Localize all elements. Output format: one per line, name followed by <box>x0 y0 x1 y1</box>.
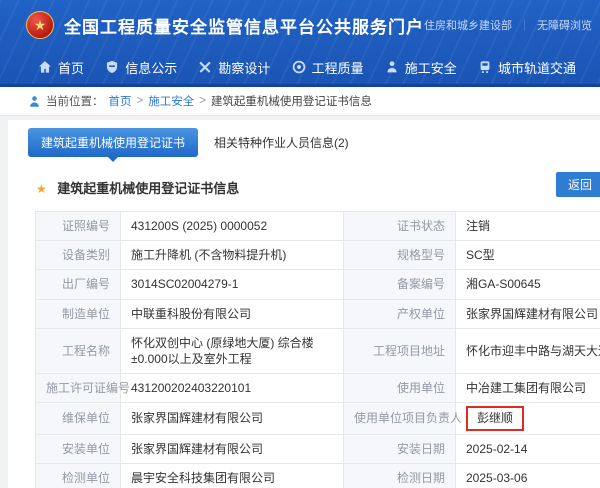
separator: ｜ <box>519 17 530 33</box>
field-value: SC型 <box>456 241 600 270</box>
field-label: 证照编号 <box>36 212 121 241</box>
breadcrumb-home[interactable]: 首页 <box>109 93 132 109</box>
certificate-table-body: 证照编号431200S (2025) 0000052证书状态注销设备类别施工升降… <box>36 212 600 488</box>
field-label: 设备类别 <box>36 241 121 270</box>
emblem-star: ★ <box>34 18 47 32</box>
page: ★ 全国工程质量安全监管信息平台公共服务门户 住房和城乡建设部 ｜ 无障碍浏览 … <box>0 0 600 488</box>
nav-label: 施工安全 <box>405 58 457 77</box>
breadcrumb: 当前位置： 首页 > 施工安全 > 建筑起重机械使用登记证书信息 <box>0 87 600 116</box>
table-row: 制造单位中联重科股份有限公司产权单位张家界国辉建材有限公司 <box>36 299 600 328</box>
main-nav: 首页 信息公示 勘察设计 工程质量 施工安全 城市轨道交通 <box>0 50 600 84</box>
nav-label: 工程质量 <box>312 58 364 77</box>
nav-item-construction-safety[interactable]: 施工安全 <box>385 58 457 77</box>
field-label: 证书状态 <box>344 212 456 241</box>
field-value: 张家界国辉建材有限公司 <box>121 403 344 434</box>
star-icon: ★ <box>36 182 47 196</box>
back-button[interactable]: 返回 <box>556 172 600 197</box>
worker-icon <box>385 60 399 74</box>
field-value: 3014SC02004279-1 <box>121 270 344 299</box>
nav-item-info-disclosure[interactable]: 信息公示 <box>105 58 177 77</box>
ministry-link[interactable]: 住房和城乡建设部 <box>424 17 512 33</box>
breadcrumb-separator: > <box>199 95 206 107</box>
table-row: 设备类别施工升降机 (不含物料提升机)规格型号SC型 <box>36 241 600 270</box>
field-label: 出厂编号 <box>36 270 121 299</box>
field-value: 湘GA-S00645 <box>456 270 600 299</box>
nav-item-urban-rail[interactable]: 城市轨道交通 <box>478 58 576 77</box>
field-label: 检测单位 <box>36 463 121 488</box>
field-label: 维保单位 <box>36 403 121 434</box>
site-header: ★ 全国工程质量安全监管信息平台公共服务门户 住房和城乡建设部 ｜ 无障碍浏览 … <box>0 0 600 87</box>
field-value: 张家界国辉建材有限公司 <box>456 299 600 328</box>
table-row: 维保单位张家界国辉建材有限公司使用单位项目负责人彭继顺 <box>36 403 600 434</box>
table-row: 检测单位晨宇安全科技集团有限公司检测日期2025-03-06 <box>36 463 600 488</box>
site-title: 全国工程质量安全监管信息平台公共服务门户 <box>64 13 424 38</box>
field-value: 张家界国辉建材有限公司 <box>121 434 344 463</box>
accessibility-link[interactable]: 无障碍浏览 <box>537 17 592 33</box>
field-label: 使用单位项目负责人 <box>344 403 456 434</box>
national-emblem-icon: ★ <box>26 11 54 39</box>
field-label: 产权单位 <box>344 299 456 328</box>
nav-item-survey-design[interactable]: 勘察设计 <box>198 58 270 77</box>
field-label: 使用单位 <box>344 374 456 403</box>
table-row: 出厂编号3014SC02004279-1备案编号湘GA-S00645 <box>36 270 600 299</box>
table-row: 工程名称怀化双创中心 (原绿地大厦) 综合楼±0.000以上及室外工程工程项目地… <box>36 328 600 373</box>
nav-label: 信息公示 <box>125 58 177 77</box>
field-value: 431200S (2025) 0000052 <box>121 212 344 241</box>
table-row: 施工许可证编号431200202403220101使用单位中冶建工集团有限公司 <box>36 374 600 403</box>
field-value: 怀化市迎丰中路与湖天大道交汇处西南侧 <box>456 328 600 373</box>
field-value: 怀化双创中心 (原绿地大厦) 综合楼±0.000以上及室外工程 <box>121 328 344 373</box>
breadcrumb-construction-safety[interactable]: 施工安全 <box>148 93 194 109</box>
breadcrumb-separator: > <box>137 95 144 107</box>
field-label: 安装日期 <box>344 434 456 463</box>
tab-crane-certificate[interactable]: 建筑起重机械使用登记证书 <box>28 128 198 157</box>
home-icon <box>38 60 52 74</box>
field-label: 工程名称 <box>36 328 121 373</box>
content-card: 建筑起重机械使用登记证书 相关特种作业人员信息(2) ★ 建筑起重机械使用登记证… <box>8 120 600 488</box>
topbar-links: 住房和城乡建设部 ｜ 无障碍浏览 ｜ 登录 <box>424 17 600 33</box>
field-value: 2025-02-14 <box>456 434 600 463</box>
field-value: 2025-03-06 <box>456 463 600 488</box>
breadcrumb-current: 建筑起重机械使用登记证书信息 <box>211 93 372 109</box>
section-title: 建筑起重机械使用登记证书信息 <box>57 181 239 196</box>
nav-label: 勘察设计 <box>218 58 270 77</box>
field-label: 检测日期 <box>344 463 456 488</box>
field-label: 安装单位 <box>36 434 121 463</box>
nav-item-project-quality[interactable]: 工程质量 <box>292 58 364 77</box>
table-row: 证照编号431200S (2025) 0000052证书状态注销 <box>36 212 600 241</box>
design-tools-icon <box>198 60 212 74</box>
field-label: 制造单位 <box>36 299 121 328</box>
location-person-icon <box>28 95 41 108</box>
nav-item-home[interactable]: 首页 <box>38 58 84 77</box>
breadcrumb-prefix: 当前位置： <box>46 93 104 109</box>
certificate-table: 证照编号431200S (2025) 0000052证书状态注销设备类别施工升降… <box>35 211 600 488</box>
field-value: 彭继顺 <box>456 403 600 434</box>
red-highlight-box: 彭继顺 <box>466 406 524 430</box>
field-value: 施工升降机 (不含物料提升机) <box>121 241 344 270</box>
field-value: 中联重科股份有限公司 <box>121 299 344 328</box>
field-label: 备案编号 <box>344 270 456 299</box>
field-label: 规格型号 <box>344 241 456 270</box>
field-label: 施工许可证编号 <box>36 374 121 403</box>
badge-icon <box>105 60 119 74</box>
topbar: ★ 全国工程质量安全监管信息平台公共服务门户 住房和城乡建设部 ｜ 无障碍浏览 … <box>0 0 600 50</box>
field-label: 工程项目地址 <box>344 328 456 373</box>
section-header: ★ 建筑起重机械使用登记证书信息 返回 <box>8 157 600 211</box>
nav-label: 城市轨道交通 <box>498 58 576 77</box>
field-value: 注销 <box>456 212 600 241</box>
field-value: 中冶建工集团有限公司 <box>456 374 600 403</box>
quality-target-icon <box>292 60 306 74</box>
table-row: 安装单位张家界国辉建材有限公司安装日期2025-02-14 <box>36 434 600 463</box>
tab-special-personnel[interactable]: 相关特种作业人员信息(2) <box>208 128 355 157</box>
nav-label: 首页 <box>58 58 84 77</box>
tab-bar: 建筑起重机械使用登记证书 相关特种作业人员信息(2) <box>8 120 600 157</box>
field-value: 431200202403220101 <box>121 374 344 403</box>
field-value: 晨宇安全科技集团有限公司 <box>121 463 344 488</box>
train-icon <box>478 60 492 74</box>
